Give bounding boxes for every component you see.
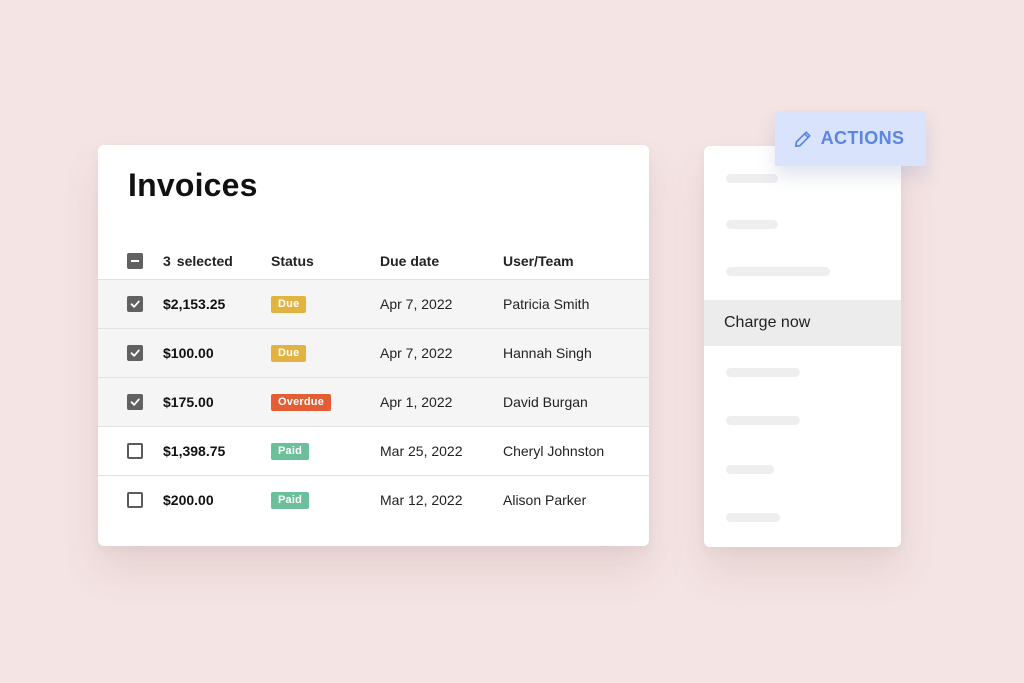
column-header-user-team[interactable]: User/Team xyxy=(503,243,574,279)
column-header-status[interactable]: Status xyxy=(271,243,314,279)
row-checkbox[interactable] xyxy=(127,296,143,312)
menu-item-placeholder[interactable] xyxy=(726,416,800,425)
selection-summary: 3 selected xyxy=(163,243,233,279)
due-date: Apr 7, 2022 xyxy=(380,296,453,312)
user-name: Alison Parker xyxy=(503,492,587,508)
actions-menu: Charge now xyxy=(704,146,901,547)
table-row[interactable]: $200.00 Paid Mar 12, 2022 Alison Parker xyxy=(98,476,649,524)
check-icon xyxy=(130,349,140,357)
status-badge: Due xyxy=(271,295,307,313)
table-row[interactable]: $2,153.25 Due Apr 7, 2022 Patricia Smith xyxy=(98,280,649,329)
due-date: Apr 1, 2022 xyxy=(380,394,453,410)
page-title: Invoices xyxy=(128,167,258,203)
column-header-due-date[interactable]: Due date xyxy=(380,243,439,279)
row-checkbox[interactable] xyxy=(127,394,143,410)
selected-label: selected xyxy=(176,253,233,269)
due-date: Mar 25, 2022 xyxy=(380,443,463,459)
selected-count: 3 xyxy=(163,253,171,269)
menu-item-label: Charge now xyxy=(724,314,811,331)
table-row[interactable]: $1,398.75 Paid Mar 25, 2022 Cheryl Johns… xyxy=(98,427,649,476)
table-header: 3 selected Status Due date User/Team xyxy=(98,243,649,280)
due-date: Apr 7, 2022 xyxy=(380,345,453,361)
invoice-amount: $2,153.25 xyxy=(163,296,226,312)
status-badge: Paid xyxy=(271,491,310,509)
minus-icon xyxy=(131,260,139,262)
status-badge: Overdue xyxy=(271,393,332,411)
user-name: Cheryl Johnston xyxy=(503,443,605,459)
row-checkbox[interactable] xyxy=(127,443,143,459)
status-badge: Paid xyxy=(271,442,310,460)
invoice-amount: $175.00 xyxy=(163,394,214,410)
row-checkbox[interactable] xyxy=(127,345,143,361)
menu-item-placeholder[interactable] xyxy=(726,513,780,522)
row-checkbox[interactable] xyxy=(127,492,143,508)
select-all-cell xyxy=(127,243,143,279)
actions-button-label: ACTIONS xyxy=(820,128,905,148)
menu-item-placeholder[interactable] xyxy=(726,267,830,276)
user-name: Hannah Singh xyxy=(503,345,592,361)
invoice-amount: $1,398.75 xyxy=(163,443,226,459)
pencil-icon xyxy=(794,130,811,147)
check-icon xyxy=(130,300,140,308)
table-row[interactable]: $175.00 Overdue Apr 1, 2022 David Burgan xyxy=(98,378,649,427)
menu-item-placeholder[interactable] xyxy=(726,220,778,229)
table-row[interactable]: $100.00 Due Apr 7, 2022 Hannah Singh xyxy=(98,329,649,378)
user-name: Patricia Smith xyxy=(503,296,590,312)
select-all-checkbox[interactable] xyxy=(127,253,143,269)
actions-button[interactable]: ACTIONS xyxy=(775,111,926,166)
menu-item-placeholder[interactable] xyxy=(726,465,774,474)
menu-item-placeholder[interactable] xyxy=(726,368,800,377)
invoice-amount: $200.00 xyxy=(163,492,214,508)
menu-item-charge-now[interactable]: Charge now xyxy=(704,300,901,346)
check-icon xyxy=(130,398,140,406)
invoices-card: Invoices 3 selected Status Due date User… xyxy=(98,145,649,546)
status-badge: Due xyxy=(271,344,307,362)
due-date: Mar 12, 2022 xyxy=(380,492,463,508)
user-name: David Burgan xyxy=(503,394,588,410)
table-body: $2,153.25 Due Apr 7, 2022 Patricia Smith… xyxy=(98,280,649,524)
invoice-amount: $100.00 xyxy=(163,345,214,361)
menu-item-placeholder[interactable] xyxy=(726,174,778,183)
